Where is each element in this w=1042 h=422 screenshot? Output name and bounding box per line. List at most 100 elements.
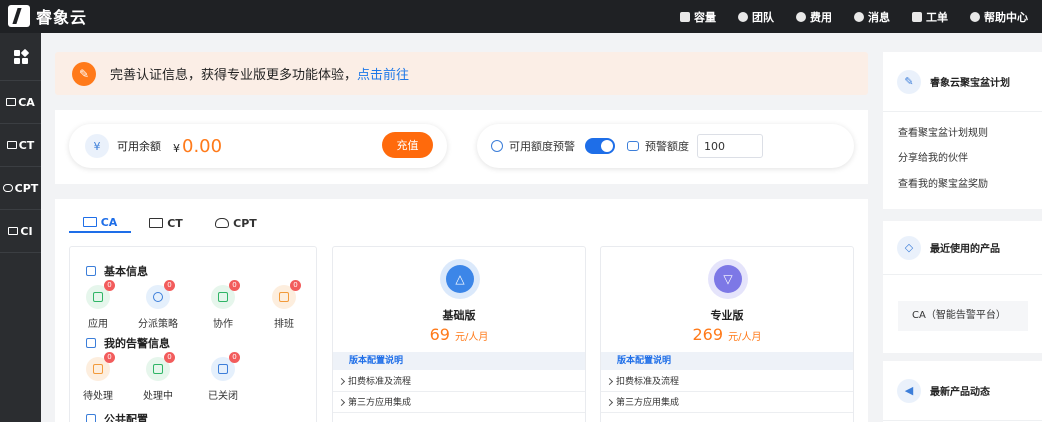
topnav-messages[interactable]: 消息 [854,9,890,25]
recent-products-card: ◇ 最近使用的产品 CA（智能告警平台） [883,221,1042,353]
module-label: 应用 [88,319,108,330]
topnav-label: 工单 [926,10,948,24]
config-row[interactable]: 第三方应用集成 [601,393,853,413]
collab-icon: 0 [211,280,240,309]
price-value: 269 [692,325,724,344]
product-tabs: CA CT CPT [69,213,271,233]
rail-item-ct[interactable]: CT [0,124,41,167]
pending-icon: 0 [86,352,115,381]
module-closed[interactable]: 0 已关闭 [203,352,243,402]
calendar-icon: 0 [272,280,301,309]
share-link[interactable]: 分享给我的伙伴 [898,149,968,164]
module-label: 协作 [213,319,233,330]
cloud-icon [215,218,230,228]
config-row[interactable]: 扣费标准及流程 [601,372,853,392]
top-bar: 睿象云 容量 团队 费用 消息 工单 帮助中心 [0,0,1042,33]
keyboard-icon [6,141,17,149]
info-card: 基本信息 0 应用 0 分派策略 0 协作 0 排班 我的告警信息 0 待处理 0 处理中 … [69,246,317,422]
module-apps[interactable]: 0 应用 [78,280,118,330]
banner-link[interactable]: 点击前往 [357,64,409,83]
apps-icon: 0 [86,280,115,309]
plan-rules-link[interactable]: 查看聚宝盆计划规则 [898,124,988,139]
recharge-button[interactable]: 充值 [382,132,433,158]
config-header[interactable]: 版本配置说明 [333,352,585,370]
topnav-label: 费用 [810,10,832,24]
megaphone-icon: ◀ [897,378,921,403]
alert-info-heading: 我的告警信息 [86,335,170,351]
module-schedule[interactable]: 0 排班 [264,280,304,330]
threshold-input[interactable] [697,134,763,158]
processing-icon: 0 [146,352,175,381]
config-row-label: 第三方应用集成 [616,397,680,408]
recent-product-item[interactable]: CA（智能告警平台） [898,301,1028,331]
config-row-label: 扣费标准及流程 [348,376,412,387]
users-icon [738,11,748,22]
chevron-right-icon [605,377,614,386]
config-row[interactable]: 扣费标准及流程 [333,372,585,392]
price-unit: 元/人月 [728,332,762,343]
cube-icon: ◇ [897,235,921,260]
rail-item-apps[interactable] [0,33,41,81]
currency-symbol: ¥ [173,141,180,155]
topnav-team[interactable]: 团队 [738,9,774,25]
module-collab[interactable]: 0 协作 [203,280,243,330]
module-dispatch[interactable]: 0 分派策略 [138,280,178,330]
plan-price: 69 元/人月 [333,325,585,344]
balance-section: ¥ 可用余额 ¥0.00 充值 可用额度预警 预警额度 [55,110,868,184]
rail-label: CPT [14,181,39,195]
topnav-billing[interactable]: 费用 [796,9,832,25]
rail-item-ci[interactable]: CI [0,210,41,253]
recent-products-header: ◇ 最近使用的产品 [883,221,1042,275]
treasure-plan-card: ✎ 睿象云聚宝盆计划 查看聚宝盆计划规则 分享给我的伙伴 查看我的聚宝盆奖励 [883,52,1042,209]
module-processing[interactable]: 0 处理中 [138,352,178,402]
tab-label: CPT [233,216,257,230]
plan-icon: △ [440,259,480,299]
plan-icon: ▽ [708,259,748,299]
list-icon [86,266,96,276]
quota-alert-label: 可用额度预警 [509,140,575,153]
rail-label: CA [18,95,35,109]
topnav-label: 消息 [868,10,890,24]
top-nav: 容量 团队 费用 消息 工单 帮助中心 [680,0,1028,33]
public-config-heading: 公共配置 [86,411,148,422]
wallet-icon: ¥ [85,134,109,158]
alarm-icon [86,338,96,348]
count-badge: 0 [229,280,240,291]
tab-cpt[interactable]: CPT [201,213,271,233]
threshold-label: 预警额度 [645,140,689,153]
tab-ca[interactable]: CA [69,213,131,233]
monitor-icon [6,98,17,106]
rewards-link[interactable]: 查看我的聚宝盆奖励 [898,175,988,190]
treasure-plan-header: ✎ 睿象云聚宝盆计划 [883,52,1042,112]
tab-ct[interactable]: CT [131,213,201,233]
topnav-label: 容量 [694,10,716,24]
coin-icon [796,11,806,22]
quota-alert-toggle[interactable] [585,138,615,154]
quota-alert-card: 可用额度预警 预警额度 [477,124,854,168]
balance-amount: 0.00 [182,135,223,157]
topnav-capacity[interactable]: 容量 [680,9,716,25]
plan-card-pro: ▽ 专业版 269 元/人月 版本配置说明 扣费标准及流程 第三方应用集成 [600,246,854,422]
balance-label: 可用余额 [117,140,161,153]
chevron-right-icon [605,398,614,407]
module-pending[interactable]: 0 待处理 [78,352,118,402]
edit-icon: ✎ [72,61,96,86]
plan-card-basic: △ 基础版 69 元/人月 版本配置说明 扣费标准及流程 第三方应用集成 [332,246,586,422]
plan-doc-icon: ✎ [897,69,921,94]
logo[interactable]: 睿象云 [8,4,87,28]
clipboard-icon [912,11,922,22]
tab-label: CT [167,216,183,230]
products-section: CA CT CPT 基本信息 0 应用 0 分派策略 0 协作 0 排班 我的告警信息 … [55,199,868,422]
topnav-help[interactable]: 帮助中心 [970,9,1028,25]
module-label: 处理中 [143,391,173,402]
rail-item-cpt[interactable]: CPT [0,167,41,210]
count-badge: 0 [229,352,240,363]
rail-label: CI [20,224,33,238]
topnav-tickets[interactable]: 工单 [912,9,948,25]
closed-icon: 0 [211,352,240,381]
verification-banner: ✎ 完善认证信息，获得专业版更多功能体验， 点击前往 [55,52,868,95]
help-icon [970,11,980,22]
config-header[interactable]: 版本配置说明 [601,352,853,370]
rail-item-ca[interactable]: CA [0,81,41,124]
config-row[interactable]: 第三方应用集成 [333,393,585,413]
